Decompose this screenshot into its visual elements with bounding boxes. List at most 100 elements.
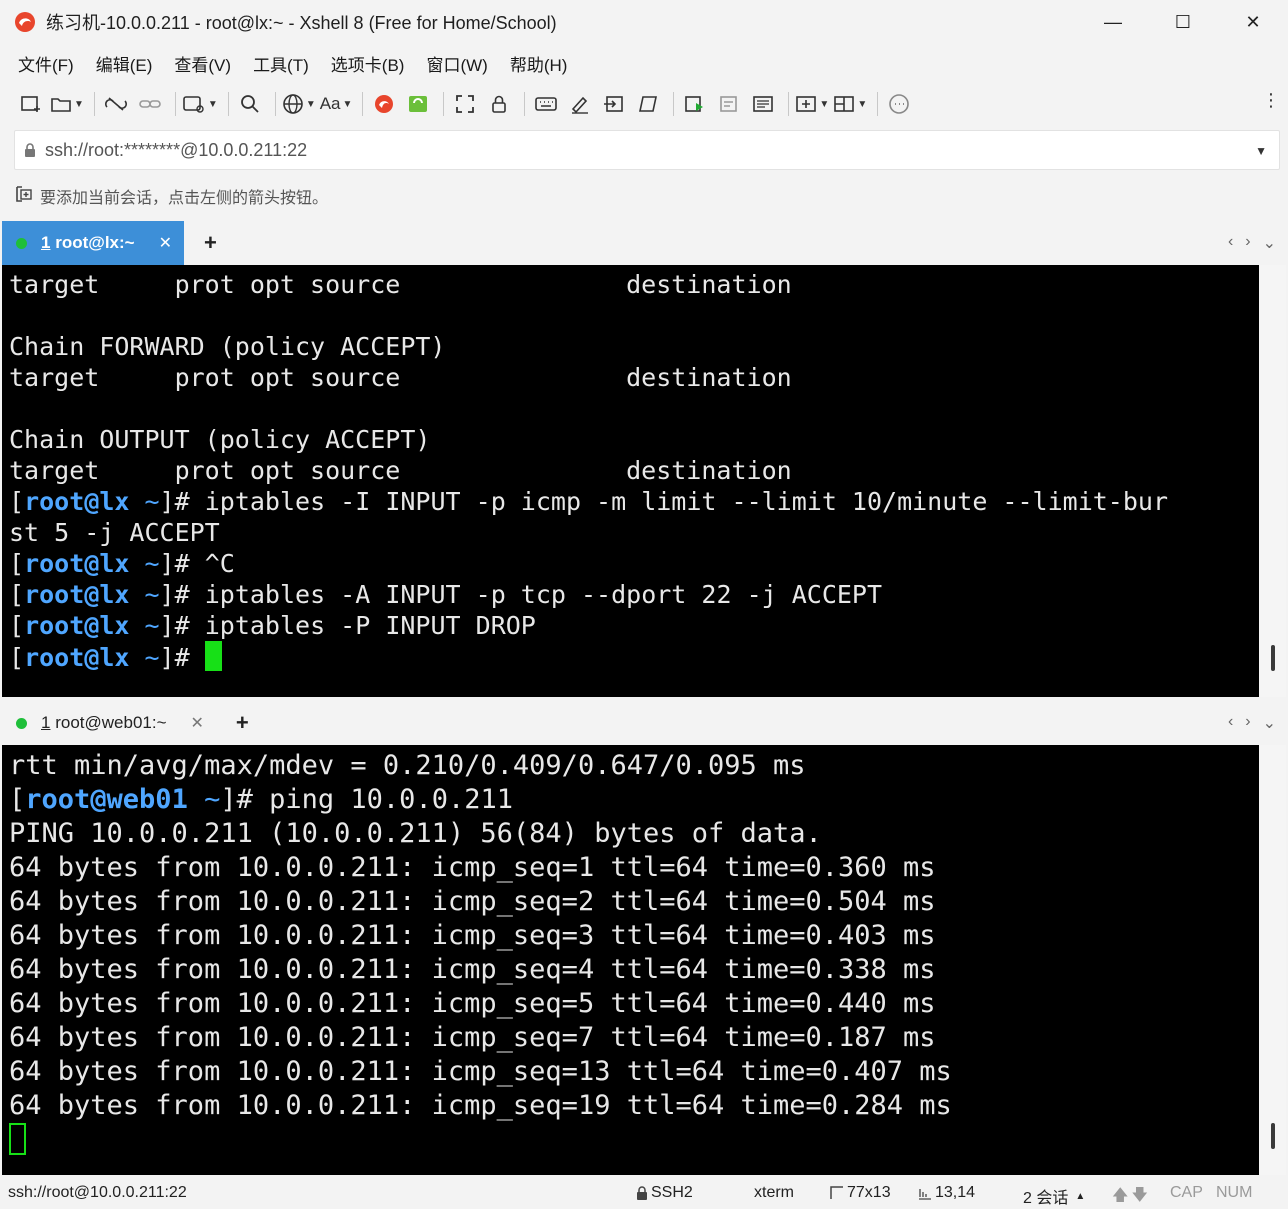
tab-bar-top: 1 root@lx:~ ✕ + ‹ › ⌄ — [2, 221, 1286, 265]
tab-next-icon[interactable]: › — [1245, 233, 1250, 253]
menu-edit[interactable]: 编辑(E) — [92, 49, 157, 78]
xftp-button[interactable] — [403, 89, 433, 119]
fullscreen-icon — [456, 95, 475, 113]
close-button[interactable]: ✕ — [1218, 0, 1288, 44]
properties-button[interactable]: ▼ — [182, 89, 218, 119]
fullscreen-button[interactable] — [450, 89, 480, 119]
tab-next-icon[interactable]: › — [1245, 713, 1250, 733]
chevron-down-icon[interactable]: ▼ — [1255, 144, 1267, 158]
font-button[interactable]: Aa ▼ — [320, 89, 353, 119]
log-button[interactable] — [714, 89, 744, 119]
close-icon: ✕ — [1245, 11, 1261, 32]
terminal-line: target prot opt source destination — [9, 456, 792, 485]
toolbar-divider — [274, 92, 276, 116]
scrollbar-bottom[interactable] — [1259, 745, 1286, 1175]
transfer-button[interactable] — [599, 89, 629, 119]
prompt-close: ]# — [220, 784, 253, 815]
connected-status-icon — [16, 237, 27, 249]
add-tab-button[interactable]: + — [204, 230, 217, 256]
tab-list-icon[interactable]: ⌄ — [1263, 233, 1276, 253]
status-protocol: SSH2 — [651, 1184, 693, 1201]
menu-view[interactable]: 查看(V) — [170, 49, 235, 78]
menu-file[interactable]: 文件(F) — [14, 49, 78, 78]
log-icon — [720, 96, 738, 112]
close-icon[interactable]: ✕ — [191, 713, 204, 733]
toolbar-divider — [362, 92, 364, 116]
terminal-pane-top[interactable]: target prot opt source destination Chain… — [2, 265, 1259, 697]
toolbar-divider — [227, 92, 229, 116]
run-icon — [685, 96, 704, 112]
lock-icon — [15, 142, 45, 158]
prompt-line: [root@lx ~]# iptables -A INPUT -p tcp --… — [9, 579, 1259, 610]
unlink-icon — [104, 97, 127, 111]
terminal-line: 64 bytes from 10.0.0.211: icmp_seq=3 ttl… — [9, 920, 936, 951]
new-tab-button[interactable]: ▼ — [795, 89, 829, 119]
close-icon[interactable]: ✕ — [159, 233, 172, 253]
maximize-icon: ☐ — [1174, 11, 1192, 32]
run-button[interactable] — [680, 89, 710, 119]
terminal-line: 64 bytes from 10.0.0.211: icmp_seq=19 tt… — [9, 1090, 952, 1121]
terminal-line: Chain OUTPUT (policy ACCEPT) — [9, 425, 431, 454]
prompt-open: [ — [9, 643, 25, 672]
encoding-button[interactable]: ▼ — [282, 89, 316, 119]
scrollbar-thumb[interactable] — [1271, 645, 1275, 671]
tab-root-web01[interactable]: 1 root@web01:~ ✕ — [2, 701, 216, 745]
prompt-close: ]# — [159, 611, 190, 640]
keyboard-button[interactable] — [531, 89, 561, 119]
tab-number: 1 — [41, 713, 51, 732]
keyboard-icon — [535, 97, 558, 111]
menu-window[interactable]: 窗口(W) — [422, 49, 491, 78]
toolbar-divider — [524, 92, 526, 116]
prompt-user: root@lx — [24, 611, 130, 640]
add-tab-button[interactable]: + — [236, 710, 249, 736]
menu-bar: 文件(F) 编辑(E) 查看(V) 工具(T) 选项卡(B) 窗口(W) 帮助(… — [0, 44, 1288, 82]
notes-button[interactable] — [748, 89, 778, 119]
menu-tab[interactable]: 选项卡(B) — [327, 49, 409, 78]
add-session-arrow-icon[interactable] — [14, 185, 40, 208]
disconnect-button[interactable] — [101, 89, 131, 119]
search-icon — [240, 95, 259, 113]
address-input[interactable]: ssh://root:********@10.0.0.211:22 — [45, 140, 307, 161]
tab-prev-icon[interactable]: ‹ — [1228, 233, 1233, 253]
terminal-line: 64 bytes from 10.0.0.211: icmp_seq=5 ttl… — [9, 988, 936, 1019]
toolbar-divider — [788, 92, 790, 116]
reconnect-button[interactable] — [135, 89, 165, 119]
menu-help[interactable]: 帮助(H) — [506, 49, 572, 78]
pen-icon — [572, 96, 589, 114]
terminal-cursor — [204, 641, 222, 671]
scrollbar-top[interactable] — [1259, 265, 1286, 697]
open-session-button[interactable]: ▼ — [50, 89, 84, 119]
tab-root-lx[interactable]: 1 root@lx:~ ✕ — [2, 221, 184, 265]
terminal-pane-bottom[interactable]: rtt min/avg/max/mdev = 0.210/0.409/0.647… — [2, 745, 1259, 1175]
status-sessions: 2 会话 — [1023, 1190, 1069, 1207]
compose-button[interactable] — [565, 89, 595, 119]
layout-button[interactable]: ▼ — [833, 89, 867, 119]
terminal-line: 64 bytes from 10.0.0.211: icmp_seq=7 ttl… — [9, 1022, 936, 1053]
tab-list-icon[interactable]: ⌄ — [1263, 713, 1276, 733]
prompt-close: ]# — [159, 643, 190, 672]
lock-button[interactable] — [484, 89, 514, 119]
address-bar[interactable]: ssh://root:********@10.0.0.211:22 ▼ — [14, 130, 1280, 170]
scrollbar-thumb[interactable] — [1271, 1123, 1275, 1149]
find-button[interactable] — [235, 89, 265, 119]
prompt-line: [root@lx ~]# iptables -P INPUT DROP — [9, 610, 1259, 641]
script-button[interactable] — [633, 89, 663, 119]
terminal-line: st 5 -j ACCEPT — [9, 518, 220, 547]
script-icon — [639, 96, 658, 112]
prompt-path: ~ — [204, 784, 221, 815]
prompt-close: ]# — [159, 487, 190, 516]
xshell-button[interactable] — [369, 89, 399, 119]
status-size: 77x13 — [847, 1184, 891, 1201]
more-options-icon[interactable]: ⋮ — [1262, 90, 1280, 111]
lock-icon — [492, 95, 507, 113]
chat-button[interactable] — [884, 89, 914, 119]
tab-number: 1 — [41, 233, 51, 252]
menu-tools[interactable]: 工具(T) — [249, 49, 313, 78]
tab-prev-icon[interactable]: ‹ — [1228, 713, 1233, 733]
maximize-button[interactable]: ☐ — [1148, 0, 1218, 44]
new-session-button[interactable] — [16, 89, 46, 119]
add-tab-icon — [796, 96, 817, 112]
minimize-button[interactable]: — — [1078, 0, 1148, 44]
layout-icon — [834, 96, 855, 112]
settings-window-icon — [183, 96, 204, 113]
